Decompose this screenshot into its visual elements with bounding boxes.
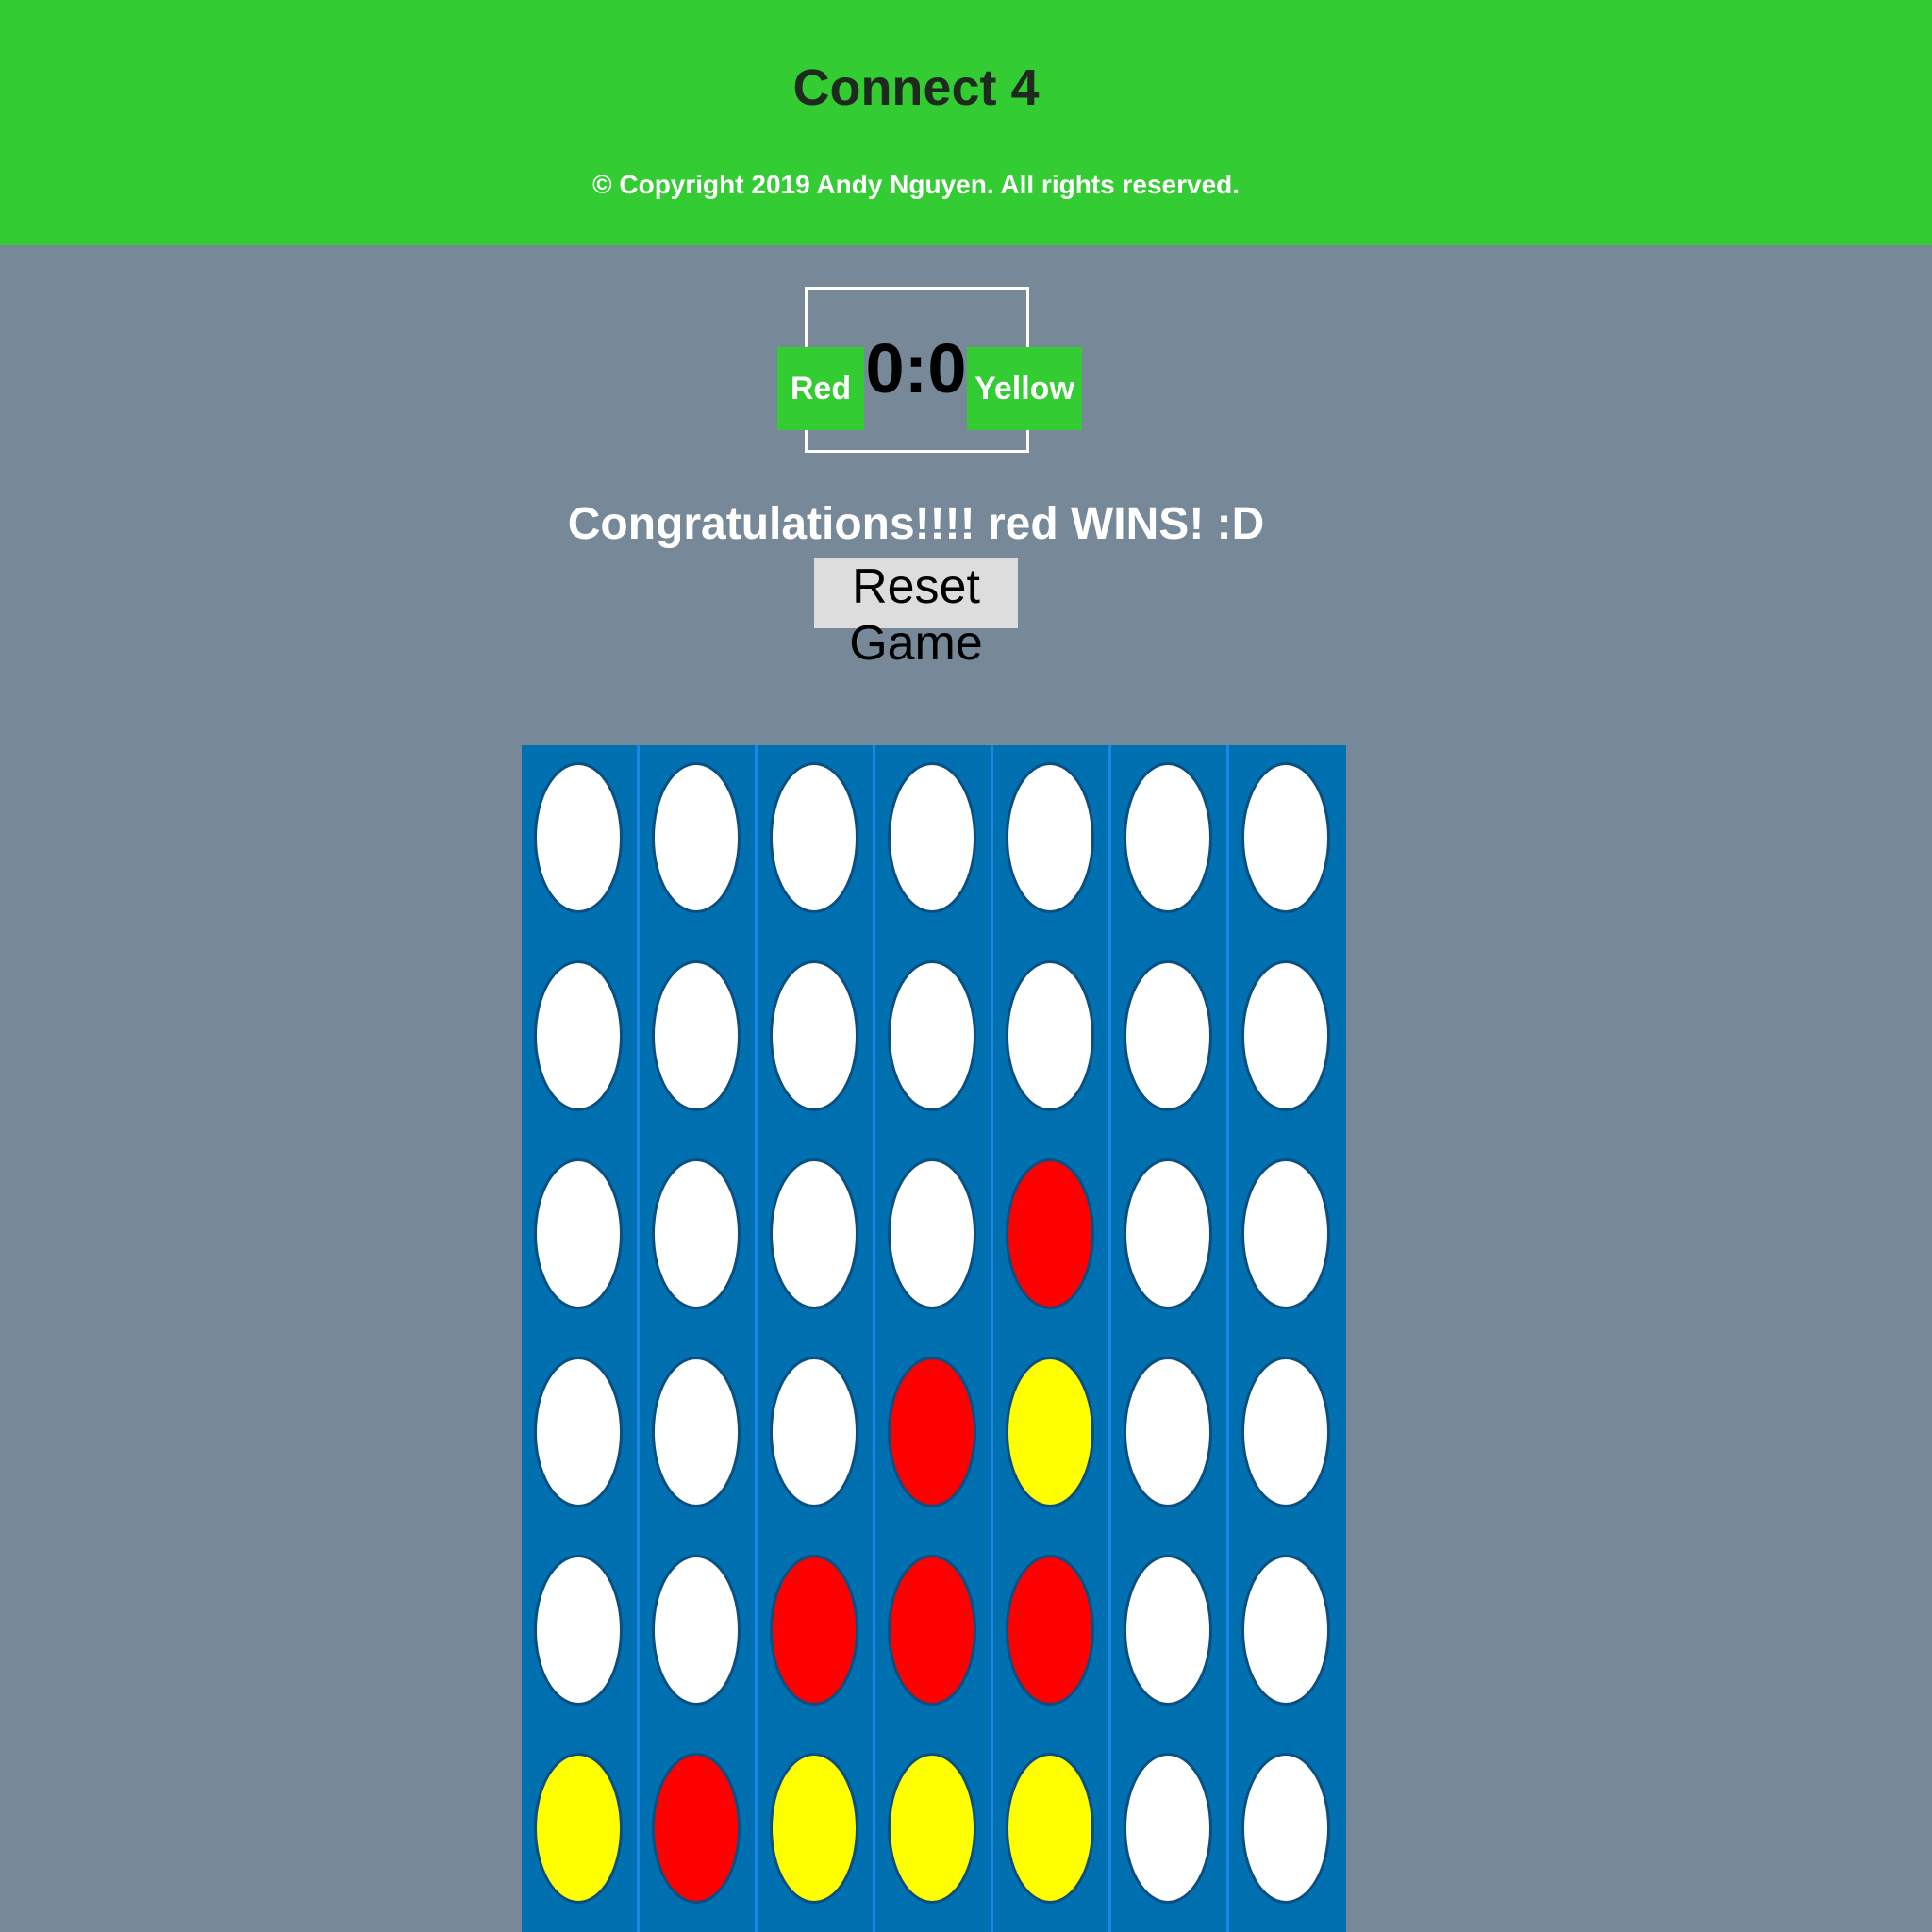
board-cell-r3-c7-empty[interactable] — [1241, 1158, 1330, 1309]
board-cell-r2-c4-empty[interactable] — [888, 960, 976, 1111]
board-cell-r2-c7-empty[interactable] — [1241, 960, 1330, 1111]
board-cell-r3-c3-empty[interactable] — [770, 1158, 858, 1309]
board-cell-r2-c3-empty[interactable] — [770, 960, 858, 1111]
board-cell-r2-c6-empty[interactable] — [1124, 960, 1212, 1111]
board-cell-r4-c4-red[interactable] — [888, 1357, 976, 1507]
board-column-5[interactable] — [993, 745, 1111, 1932]
board-cell-r4-c3-empty[interactable] — [770, 1357, 858, 1507]
board-column-6[interactable] — [1111, 745, 1229, 1932]
board-cell-r6-c5-yellow[interactable] — [1006, 1753, 1094, 1904]
board-cell-r1-c2-empty[interactable] — [652, 762, 741, 913]
board-cell-r5-c5-red[interactable] — [1006, 1555, 1094, 1706]
board-cell-r1-c1-empty[interactable] — [534, 762, 623, 913]
board-cell-r1-c3-empty[interactable] — [770, 762, 858, 913]
board-cell-r6-c1-yellow[interactable] — [534, 1753, 623, 1904]
board-cell-r4-c5-yellow[interactable] — [1006, 1357, 1094, 1507]
board-column-3[interactable] — [758, 745, 875, 1932]
page-title: Connect 4 — [792, 59, 1040, 116]
board-cell-r5-c2-empty[interactable] — [652, 1555, 741, 1706]
reset-game-button[interactable]: Reset Game — [814, 558, 1018, 671]
board-cell-r2-c5-empty[interactable] — [1006, 960, 1094, 1111]
board-cell-r4-c6-empty[interactable] — [1124, 1357, 1212, 1507]
board-cell-r5-c7-empty[interactable] — [1241, 1555, 1330, 1706]
header: Connect 4 © Copyright 2019 Andy Nguyen. … — [0, 0, 1932, 245]
board-column-7[interactable] — [1229, 745, 1346, 1932]
board-column-4[interactable] — [875, 745, 993, 1932]
board-cell-r4-c7-empty[interactable] — [1241, 1357, 1330, 1507]
board-cell-r3-c4-empty[interactable] — [888, 1158, 976, 1309]
board-cell-r5-c6-empty[interactable] — [1124, 1555, 1212, 1706]
board-cell-r2-c1-empty[interactable] — [534, 960, 623, 1111]
board-cell-r5-c4-red[interactable] — [888, 1555, 976, 1706]
board-cell-r1-c6-empty[interactable] — [1124, 762, 1212, 913]
yellow-player-label: Yellow — [967, 347, 1082, 430]
board-column-2[interactable] — [640, 745, 758, 1932]
board-cell-r3-c2-empty[interactable] — [652, 1158, 741, 1309]
board-cell-r3-c5-red[interactable] — [1006, 1158, 1094, 1309]
winner-message: Congratulations!!!! red WINS! :D — [567, 499, 1265, 549]
board-cell-r1-c7-empty[interactable] — [1241, 762, 1330, 913]
board-cell-r4-c2-empty[interactable] — [652, 1357, 741, 1507]
board-cell-r6-c7-empty[interactable] — [1241, 1753, 1330, 1904]
board-cell-r1-c5-empty[interactable] — [1006, 762, 1094, 913]
board-cell-r3-c1-empty[interactable] — [534, 1158, 623, 1309]
board-column-1[interactable] — [522, 745, 640, 1932]
game-board — [522, 745, 1346, 1932]
board-cell-r4-c1-empty[interactable] — [534, 1357, 623, 1507]
board-cell-r5-c3-red[interactable] — [770, 1555, 858, 1706]
board-cell-r1-c4-empty[interactable] — [888, 762, 976, 913]
board-cell-r5-c1-empty[interactable] — [534, 1555, 623, 1706]
score-display: 0:0 — [865, 329, 967, 408]
board-cell-r6-c4-yellow[interactable] — [888, 1753, 976, 1904]
copyright-text: © Copyright 2019 Andy Nguyen. All rights… — [591, 170, 1241, 199]
board-cell-r6-c6-empty[interactable] — [1124, 1753, 1212, 1904]
board-cell-r3-c6-empty[interactable] — [1124, 1158, 1212, 1309]
board-cell-r6-c2-red[interactable] — [652, 1753, 741, 1904]
board-cell-r6-c3-yellow[interactable] — [770, 1753, 858, 1904]
board-cell-r2-c2-empty[interactable] — [652, 960, 741, 1111]
